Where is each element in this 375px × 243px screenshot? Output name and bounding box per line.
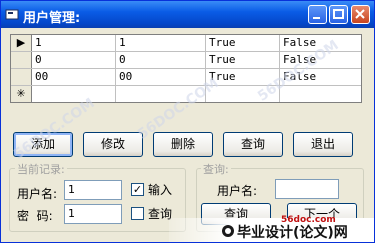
password-field[interactable]: 1 <box>64 204 122 224</box>
cell-flag1[interactable]: True <box>206 35 280 51</box>
cell-password[interactable]: 1 <box>116 35 206 51</box>
cell-password[interactable]: 00 <box>116 69 206 85</box>
maximize-icon <box>333 9 344 19</box>
brand-logo-icon <box>222 225 234 237</box>
input-checkbox[interactable]: ✓ <box>131 183 144 196</box>
row-selector[interactable] <box>11 52 32 68</box>
query-username-label: 用户名: <box>217 184 258 198</box>
cell-user[interactable] <box>32 86 116 102</box>
cell-user[interactable]: 0 <box>32 52 116 68</box>
username-field[interactable]: 1 <box>64 180 122 200</box>
cell-flag2[interactable] <box>280 86 361 102</box>
cell-flag1[interactable]: True <box>206 52 280 68</box>
new-row-icon[interactable]: ✳ <box>11 86 32 102</box>
maximize-button[interactable] <box>329 5 348 24</box>
password-label: 密 码: <box>17 209 53 223</box>
input-checkbox-label: 输入 <box>148 183 173 197</box>
app-icon <box>5 9 19 20</box>
username-label: 用户名: <box>17 187 58 201</box>
watermark-banner: 56doc.com 毕业设计(论文)网 <box>169 215 374 242</box>
watermark-brand: 毕业设计(论文)网 <box>237 225 348 241</box>
query-username-field[interactable] <box>275 179 339 199</box>
title-bar[interactable]: 用户管理: <box>1 1 374 28</box>
close-button[interactable] <box>351 5 370 24</box>
edit-button[interactable]: 修改 <box>83 132 143 157</box>
table-row[interactable]: ▶ 1 1 True False <box>11 35 361 52</box>
minimize-icon <box>313 17 320 19</box>
minimize-button[interactable] <box>308 5 327 24</box>
query-legend: 查询: <box>201 161 231 177</box>
row-selector[interactable] <box>11 69 32 85</box>
row-selector[interactable]: ▶ <box>11 35 32 51</box>
cell-user[interactable]: 00 <box>32 69 116 85</box>
exit-button[interactable]: 退出 <box>293 132 353 157</box>
window-title: 用户管理: <box>23 11 81 26</box>
close-icon <box>355 9 365 19</box>
query-checkbox[interactable] <box>131 207 144 220</box>
app-window: 用户管理: ▶ 1 1 True False 0 0 True False 00 <box>0 0 375 243</box>
cell-password[interactable]: 0 <box>116 52 206 68</box>
delete-button[interactable]: 删除 <box>153 132 213 157</box>
current-record-legend: 当前记录: <box>15 161 67 177</box>
cell-user[interactable]: 1 <box>32 35 116 51</box>
query-button[interactable]: 查询 <box>223 132 283 157</box>
